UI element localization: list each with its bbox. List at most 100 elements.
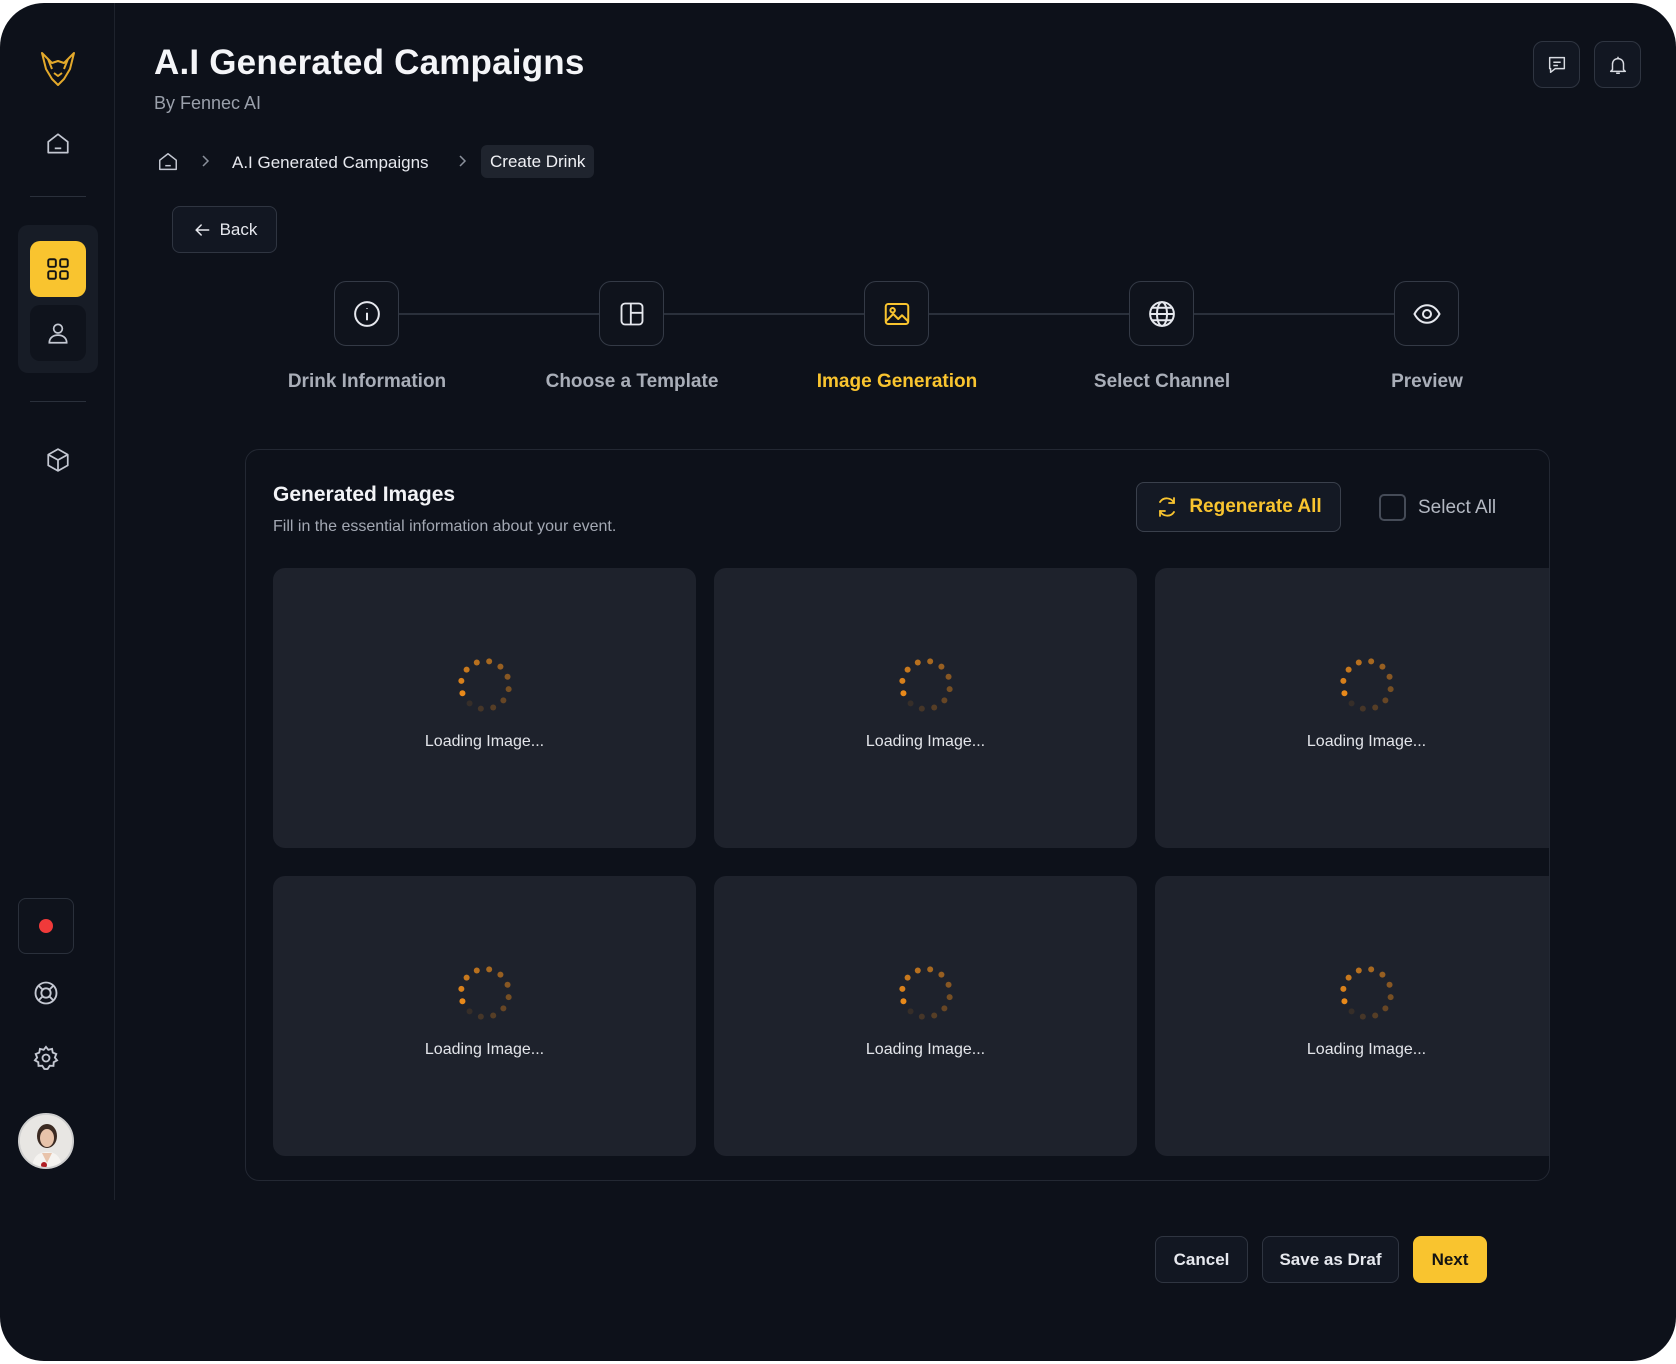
step-drink-information[interactable] (334, 281, 399, 346)
spinner-dot (918, 1013, 925, 1020)
notifications-button[interactable] (1594, 41, 1641, 88)
spinner-dot (489, 1012, 496, 1019)
spinner-dot (937, 971, 944, 978)
image-card[interactable]: Loading Image... (1155, 876, 1549, 1156)
spinner-dot (1381, 697, 1388, 704)
image-card[interactable]: Loading Image... (714, 876, 1137, 1156)
spinner-dot (1339, 985, 1346, 992)
support-lifebuoy-icon[interactable] (18, 965, 74, 1021)
spinner-dot (463, 666, 470, 673)
sidebar-divider (30, 196, 86, 197)
box-icon[interactable] (30, 432, 86, 488)
image-card[interactable]: Loading Image... (273, 568, 696, 848)
spinner-dot (1386, 981, 1393, 988)
spinner-dot (898, 985, 905, 992)
spinner-dot (899, 690, 906, 697)
loading-text: Loading Image... (1306, 733, 1427, 750)
spinner-dot (1355, 967, 1362, 974)
loading-text: Loading Image... (424, 733, 545, 750)
page-subtitle: By Fennec AI (154, 93, 262, 113)
select-all-checkbox[interactable] (1379, 494, 1406, 521)
step-label-current: Image Generation (816, 371, 978, 392)
panel-title: Generated Images (273, 483, 456, 506)
step-label: Select Channel (1093, 371, 1231, 392)
loading-spinner-icon (457, 966, 512, 1020)
dashboard-grid-icon[interactable] (30, 241, 86, 297)
spinner-dot (926, 966, 933, 973)
regenerate-all-button[interactable]: Regenerate All (1136, 482, 1341, 532)
spinner-dot (466, 700, 473, 707)
spinner-dot (1359, 1013, 1366, 1020)
step-image-generation[interactable] (864, 281, 929, 346)
spinner-dot (505, 994, 512, 1001)
image-card[interactable]: Loading Image... (714, 568, 1137, 848)
spinner-dot (926, 658, 933, 665)
back-button[interactable]: Back (172, 206, 277, 253)
spinner-dot (457, 985, 464, 992)
breadcrumb-chevron-icon (199, 153, 211, 174)
record-button[interactable] (18, 898, 74, 954)
user-icon[interactable] (30, 305, 86, 361)
spinner-dot (907, 1008, 914, 1015)
spinner-dot (504, 981, 511, 988)
spinner-dot (1339, 677, 1346, 684)
spinner-dot (945, 981, 952, 988)
page-title: A.I Generated Campaigns (154, 43, 585, 82)
spinner-dot (499, 1005, 506, 1012)
template-icon (620, 302, 643, 325)
breadcrumb-home-icon[interactable] (157, 151, 179, 178)
spinner-dot (473, 967, 480, 974)
spinner-dot (1340, 998, 1347, 1005)
app-window: A.I Generated Campaigns By Fennec AI A.I… (0, 3, 1676, 1361)
spinner-dot (458, 690, 465, 697)
regenerate-all-label: Regenerate All (1189, 496, 1322, 517)
fennec-logo-icon[interactable] (30, 41, 86, 97)
spinner-dot (914, 659, 921, 666)
spinner-dot (496, 663, 503, 670)
loading-spinner-icon (1339, 966, 1394, 1020)
spinner-dot (489, 704, 496, 711)
spinner-dot (496, 971, 503, 978)
image-card[interactable]: Loading Image... (1155, 568, 1549, 848)
spinner-dot (899, 998, 906, 1005)
save-draft-button[interactable]: Save as Draf (1262, 1236, 1399, 1283)
spinner-dot (1387, 686, 1394, 693)
spinner-dot (946, 686, 953, 693)
globe-icon (1148, 300, 1175, 327)
spinner-dot (477, 1013, 484, 1020)
messages-button[interactable] (1533, 41, 1580, 88)
step-choose-template[interactable] (599, 281, 664, 346)
cancel-button[interactable]: Cancel (1155, 1236, 1248, 1283)
home-icon[interactable] (30, 116, 86, 172)
select-all-control[interactable]: Select All (1379, 494, 1496, 521)
sidebar-nav-group (18, 225, 98, 373)
spinner-dot (477, 705, 484, 712)
spinner-dot (1378, 971, 1385, 978)
sidebar-divider (30, 401, 86, 402)
generated-images-panel: Generated Images Fill in the essential i… (245, 449, 1550, 1181)
loading-spinner-icon (898, 658, 953, 712)
spinner-dot (457, 677, 464, 684)
settings-gear-icon[interactable] (18, 1030, 74, 1086)
spinner-dot (914, 967, 921, 974)
image-card[interactable]: Loading Image... (273, 876, 696, 1156)
chat-icon (1548, 56, 1565, 73)
spinner-dot (1367, 966, 1374, 973)
spinner-dot (1348, 700, 1355, 707)
next-button[interactable]: Next (1413, 1236, 1487, 1283)
step-select-channel[interactable] (1129, 281, 1194, 346)
spinner-dot (907, 700, 914, 707)
spinner-dot (945, 673, 952, 680)
user-avatar[interactable] (18, 1113, 74, 1169)
step-preview[interactable] (1394, 281, 1459, 346)
spinner-dot (1371, 1012, 1378, 1019)
spinner-dot (1340, 690, 1347, 697)
breadcrumb-item-campaigns[interactable]: A.I Generated Campaigns (232, 153, 429, 173)
refresh-icon (1159, 497, 1176, 517)
spinner-dot (904, 974, 911, 981)
record-dot-icon (39, 919, 53, 933)
breadcrumb-item-create-drink[interactable]: Create Drink (481, 145, 595, 178)
spinner-dot (1359, 705, 1366, 712)
spinner-dot (466, 1008, 473, 1015)
spinner-dot (1348, 1008, 1355, 1015)
